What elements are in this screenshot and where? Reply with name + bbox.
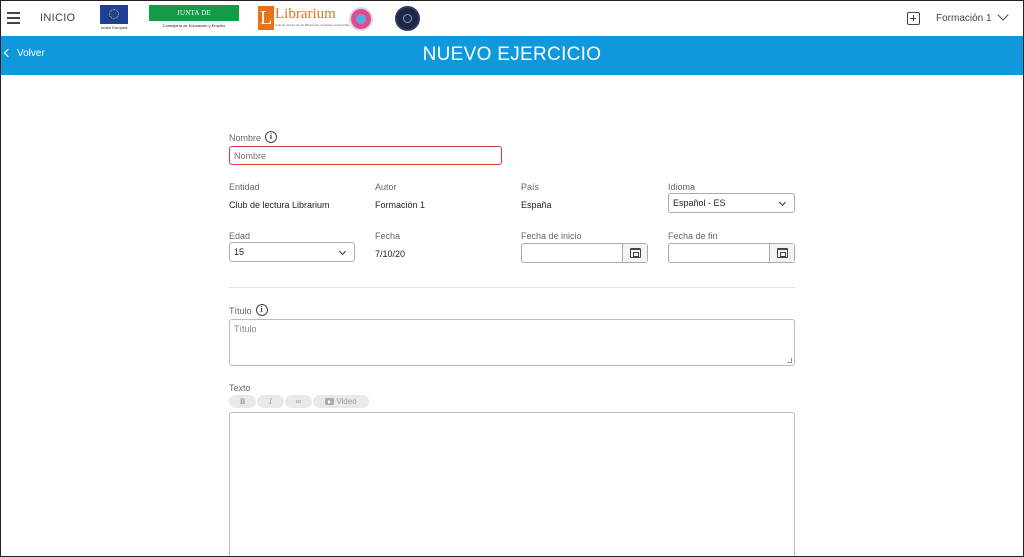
page-title: NUEVO EJERCICIO xyxy=(422,44,602,65)
junta-extremadura-logo: JUNTA DE EXTREMADURA Consejería de Educa… xyxy=(149,5,239,33)
nombre-label: Nombre xyxy=(229,133,262,143)
partner-logo-pink xyxy=(349,7,373,31)
resize-handle[interactable] xyxy=(787,358,792,363)
app-window: INICIO Unión Europea JUNTA DE EXTREMADUR… xyxy=(0,0,1024,557)
idioma-label: Idioma xyxy=(668,182,696,192)
calendar-button[interactable] xyxy=(769,244,794,262)
chevron-down-icon xyxy=(338,247,347,256)
titulo-textarea[interactable]: Título xyxy=(229,319,795,366)
top-bar: INICIO Unión Europea JUNTA DE EXTREMADUR… xyxy=(1,1,1023,36)
fecha-label: Fecha xyxy=(375,231,401,241)
entidad-value: Club de lectura Librarium xyxy=(229,200,330,210)
titulo-placeholder: Título xyxy=(234,324,257,334)
idioma-value: Español - ES xyxy=(673,198,726,208)
fecha-fin-input[interactable] xyxy=(668,243,795,263)
edad-label: Edad xyxy=(229,231,251,241)
librarium-logo: L Librarium Club de lectura de las Bibli… xyxy=(258,6,350,30)
italic-button[interactable]: I xyxy=(257,395,284,408)
fecha-inicio-input[interactable] xyxy=(521,243,648,263)
calendar-button[interactable] xyxy=(622,244,647,262)
menu-icon[interactable] xyxy=(7,12,20,24)
autor-value: Formación 1 xyxy=(375,200,426,210)
bold-button[interactable]: B xyxy=(229,395,256,408)
partner-logo-navy xyxy=(395,6,420,31)
edad-select[interactable]: 15 xyxy=(229,242,355,262)
nombre-input[interactable] xyxy=(229,146,502,165)
link-button[interactable]: ∞ xyxy=(285,395,312,408)
calendar-icon xyxy=(776,248,788,258)
texto-label: Texto xyxy=(229,383,251,393)
idioma-select[interactable]: Español - ES xyxy=(668,193,795,213)
fecha-inicio-label: Fecha de inicio xyxy=(521,231,582,241)
home-link[interactable]: INICIO xyxy=(40,12,75,24)
texto-editor[interactable] xyxy=(229,412,795,556)
chevron-down-icon[interactable] xyxy=(997,9,1009,21)
pais-value: España xyxy=(521,200,552,210)
video-icon xyxy=(325,398,335,405)
info-icon[interactable]: i xyxy=(265,130,278,143)
user-menu[interactable]: Formación 1 xyxy=(936,13,992,24)
video-button[interactable]: Video xyxy=(313,395,369,408)
info-icon[interactable]: i xyxy=(255,303,268,316)
edad-value: 15 xyxy=(234,247,245,257)
eu-logo: Unión Europea xyxy=(100,5,128,31)
fecha-value: 7/10/20 xyxy=(375,249,406,259)
fecha-fin-label: Fecha de fin xyxy=(668,231,718,241)
page-header: Volver NUEVO EJERCICIO xyxy=(1,36,1023,75)
section-divider xyxy=(229,287,795,288)
titulo-label: Título xyxy=(229,306,252,316)
text-editor-toolbar: B I ∞ Video xyxy=(229,395,369,409)
entidad-label: Entidad xyxy=(229,182,260,192)
add-icon[interactable] xyxy=(907,12,920,25)
chevron-down-icon xyxy=(778,198,787,207)
autor-label: Autor xyxy=(375,182,397,192)
calendar-icon xyxy=(629,248,641,258)
pais-label: País xyxy=(521,182,540,192)
